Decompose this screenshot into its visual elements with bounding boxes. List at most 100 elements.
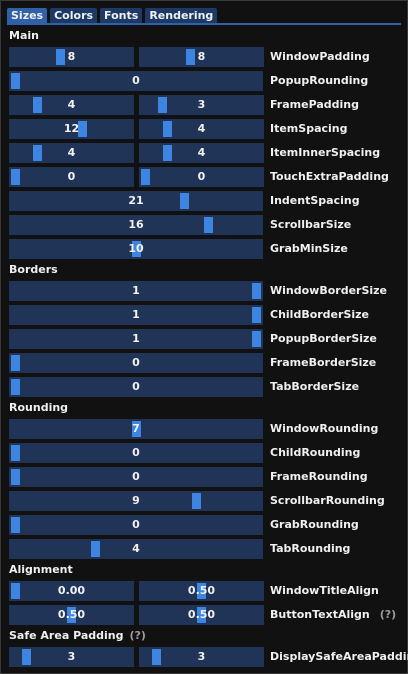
- slider-item-inner-spacing-y[interactable]: 4: [139, 143, 264, 163]
- slider-value: 16: [128, 218, 144, 231]
- slider-window-padding-y[interactable]: 8: [139, 47, 264, 67]
- row-label-tab-rounding: TabRounding: [270, 539, 350, 559]
- row-label-grab-rounding: GrabRounding: [270, 515, 359, 535]
- section-title: Rounding: [9, 401, 69, 414]
- slider-value: 0: [132, 470, 140, 483]
- slider-value: 1: [132, 284, 140, 297]
- slider-popup-border-size[interactable]: 1: [9, 329, 263, 349]
- slider-child-border-size[interactable]: 1: [9, 305, 263, 325]
- slider-value: 1: [132, 332, 140, 345]
- slider-scrollbar-size[interactable]: 16: [9, 215, 263, 235]
- row-label-child-rounding: ChildRounding: [270, 443, 360, 463]
- slider-value: 0.00: [57, 584, 86, 597]
- row-label-text: ChildRounding: [270, 446, 361, 459]
- slider-value: 8: [197, 50, 206, 63]
- tab-sizes[interactable]: Sizes: [7, 8, 48, 24]
- slider-value: 9: [132, 494, 140, 507]
- slider-touch-extra-padding-y[interactable]: 0: [139, 167, 264, 187]
- slider-window-border-size[interactable]: 1: [9, 281, 263, 301]
- slider-value: 12: [63, 122, 80, 135]
- tab-colors[interactable]: Colors: [50, 8, 98, 24]
- section-title: Safe Area Padding: [9, 629, 124, 642]
- row-label-text: ChildBorderSize: [270, 308, 369, 321]
- slider-window-padding-x[interactable]: 8: [9, 47, 134, 67]
- row-label-frame-rounding: FrameRounding: [270, 467, 368, 487]
- row-label-button-text-align: ButtonTextAlign (?): [270, 605, 396, 625]
- slider-tab-border-size[interactable]: 0: [9, 377, 263, 397]
- slider-value: 0: [132, 380, 140, 393]
- section-title: Alignment: [9, 563, 73, 576]
- slider-value: 0: [132, 518, 140, 531]
- slider-value: 21: [128, 194, 144, 207]
- section-header-main: Main: [9, 29, 39, 43]
- row-label-popup-border-size: PopupBorderSize: [270, 329, 377, 349]
- tab-fonts[interactable]: Fonts: [100, 8, 143, 24]
- slider-button-text-align-x[interactable]: 0.50: [9, 605, 134, 625]
- slider-value: 0.50: [57, 608, 86, 621]
- row-label-tab-border-size: TabBorderSize: [270, 377, 359, 397]
- slider-touch-extra-padding-x[interactable]: 0: [9, 167, 134, 187]
- row-label-text: ScrollbarSize: [270, 218, 352, 231]
- slider-value: 0: [197, 170, 206, 183]
- row-label-text: WindowBorderSize: [270, 284, 388, 297]
- row-label-scrollbar-size: ScrollbarSize: [270, 215, 351, 235]
- row-label-text: WindowPadding: [270, 50, 370, 63]
- help-marker[interactable]: (?): [130, 629, 146, 642]
- row-label-grab-min-size: GrabMinSize: [270, 239, 348, 259]
- slider-value: 1: [132, 308, 140, 321]
- row-label-item-inner-spacing: ItemInnerSpacing: [270, 143, 380, 163]
- row-label-text: FramePadding: [270, 98, 359, 111]
- slider-display-safe-area-padding-y[interactable]: 3: [139, 647, 264, 667]
- slider-grab-rounding[interactable]: 0: [9, 515, 263, 535]
- slider-item-inner-spacing-x[interactable]: 4: [9, 143, 134, 163]
- row-label-touch-extra-padding: TouchExtraPadding: [270, 167, 389, 187]
- row-label-frame-border-size: FrameBorderSize: [270, 353, 376, 373]
- row-label-text: PopupBorderSize: [270, 332, 377, 345]
- row-label-item-spacing: ItemSpacing: [270, 119, 348, 139]
- row-label-text: DisplaySafeAreaPadding: [270, 650, 408, 663]
- slider-item-spacing-y[interactable]: 4: [139, 119, 264, 139]
- slider-value: 4: [67, 146, 76, 159]
- slider-value: 8: [67, 50, 76, 63]
- row-label-text: WindowRounding: [270, 422, 379, 435]
- slider-child-rounding[interactable]: 0: [9, 443, 263, 463]
- row-label-text: GrabRounding: [270, 518, 359, 531]
- row-label-text: FrameRounding: [270, 470, 368, 483]
- slider-display-safe-area-padding-x[interactable]: 3: [9, 647, 134, 667]
- slider-button-text-align-y[interactable]: 0.50: [139, 605, 264, 625]
- tab-rendering[interactable]: Rendering: [145, 8, 218, 24]
- slider-item-spacing-x[interactable]: 12: [9, 119, 134, 139]
- row-label-window-padding: WindowPadding: [270, 47, 370, 67]
- slider-popup-rounding[interactable]: 0: [9, 71, 263, 91]
- slider-window-title-align-y[interactable]: 0.50: [139, 581, 264, 601]
- slider-frame-rounding[interactable]: 0: [9, 467, 263, 487]
- row-label-text: ButtonTextAlign: [270, 608, 370, 621]
- slider-scrollbar-rounding[interactable]: 9: [9, 491, 263, 511]
- slider-value: 4: [132, 542, 140, 555]
- help-marker[interactable]: (?): [380, 608, 396, 621]
- section-header-rounding: Rounding: [9, 401, 68, 415]
- slider-indent-spacing[interactable]: 21: [9, 191, 263, 211]
- slider-value: 0.50: [187, 608, 216, 621]
- slider-value: 0: [132, 356, 140, 369]
- slider-frame-padding-y[interactable]: 3: [139, 95, 264, 115]
- slider-value: 0.50: [187, 584, 216, 597]
- row-label-window-rounding: WindowRounding: [270, 419, 378, 439]
- row-label-text: FrameBorderSize: [270, 356, 377, 369]
- row-label-popup-rounding: PopupRounding: [270, 71, 368, 91]
- slider-value: 4: [197, 146, 206, 159]
- slider-value: 10: [128, 242, 144, 255]
- slider-window-title-align-x[interactable]: 0.00: [9, 581, 134, 601]
- slider-value: 4: [67, 98, 76, 111]
- row-label-indent-spacing: IndentSpacing: [270, 191, 360, 211]
- slider-tab-rounding[interactable]: 4: [9, 539, 263, 559]
- slider-value: 3: [197, 650, 206, 663]
- slider-frame-border-size[interactable]: 0: [9, 353, 263, 373]
- slider-grab-min-size[interactable]: 10: [9, 239, 263, 259]
- row-label-text: TabRounding: [270, 542, 351, 555]
- slider-frame-padding-x[interactable]: 4: [9, 95, 134, 115]
- slider-value: 0: [67, 170, 76, 183]
- slider-window-rounding[interactable]: 7: [9, 419, 263, 439]
- section-title: Main: [9, 29, 39, 42]
- slider-value: 0: [132, 446, 140, 459]
